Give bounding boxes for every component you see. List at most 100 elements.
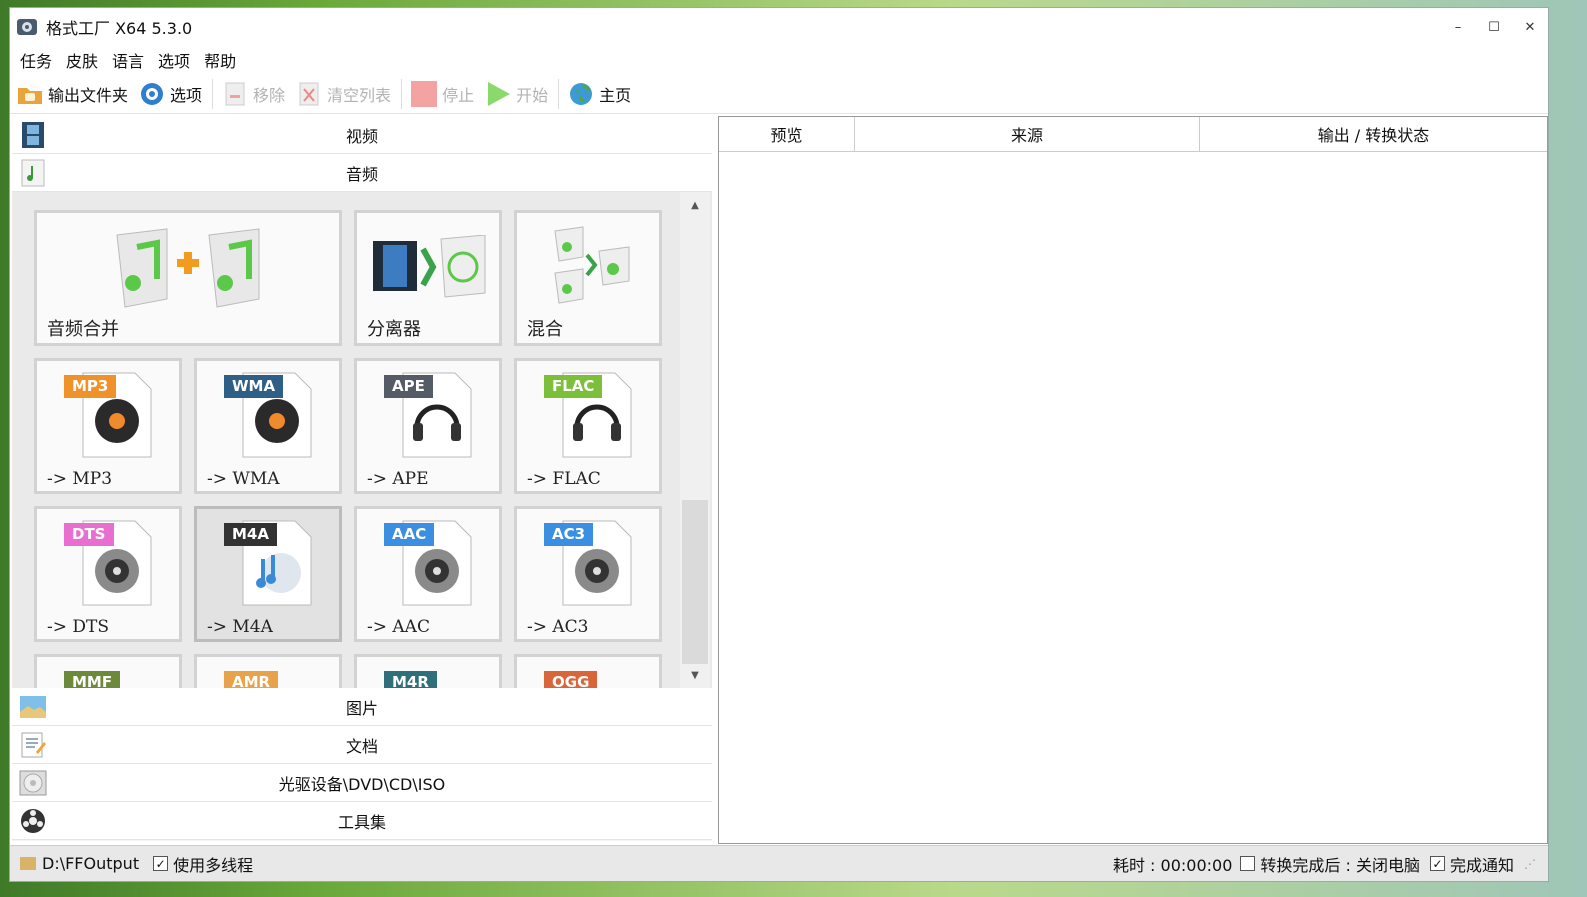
home-button[interactable]: 主页 — [567, 80, 631, 108]
audio-merge-icon — [116, 228, 260, 308]
format-badge: OGG — [544, 671, 598, 688]
format-tile-mmf[interactable]: MMF — [34, 654, 182, 688]
format-tile-wma[interactable]: WMA -> WMA — [194, 358, 342, 494]
tools-reel-icon — [18, 806, 48, 836]
category-tools[interactable]: 工具集 — [12, 802, 712, 840]
format-tile-ogg[interactable]: OGG — [514, 654, 662, 688]
tile-label: -> AAC — [367, 617, 430, 637]
format-tile-ape[interactable]: APE -> APE — [354, 358, 502, 494]
scroll-up-arrow-icon[interactable]: ▲ — [680, 196, 710, 214]
format-tile-m4a[interactable]: M4A -> M4A — [194, 506, 342, 642]
tile-label: -> WMA — [207, 469, 280, 489]
format-badge: FLAC — [544, 375, 603, 398]
format-badge: M4A — [224, 523, 277, 546]
toolbar-divider — [558, 78, 560, 109]
menu-skin[interactable]: 皮肤 — [66, 48, 98, 72]
format-badge: MMF — [64, 671, 121, 688]
format-badge: WMA — [224, 375, 284, 398]
tile-label: -> FLAC — [527, 469, 601, 489]
column-source[interactable]: 来源 — [855, 117, 1200, 151]
notify-label: 完成通知 — [1449, 855, 1514, 875]
tile-label: -> MP3 — [47, 469, 113, 489]
menu-options[interactable]: 选项 — [158, 48, 190, 72]
remove-button[interactable]: 移除 — [221, 80, 285, 108]
picture-icon — [18, 692, 48, 722]
play-icon — [484, 80, 512, 108]
globe-icon — [567, 80, 595, 108]
format-tile-m4r[interactable]: M4R — [354, 654, 502, 688]
options-button[interactable]: 选项 — [138, 80, 202, 108]
vertical-scrollbar[interactable]: ▲ ▼ — [680, 192, 710, 688]
category-document[interactable]: 文档 — [12, 726, 712, 764]
scroll-down-arrow-icon[interactable]: ▼ — [680, 666, 710, 684]
folder-icon — [16, 80, 44, 108]
format-tile-amr[interactable]: AMR — [194, 654, 342, 688]
format-tile-dts[interactable]: DTS -> DTS — [34, 506, 182, 642]
format-tile-flac[interactable]: FLAC -> FLAC — [514, 358, 662, 494]
mix-tile[interactable]: 混合 — [514, 210, 662, 346]
window-title: 格式工厂 X64 5.3.0 — [46, 19, 193, 38]
format-tile-mp3[interactable]: MP3 -> MP3 — [34, 358, 182, 494]
elapsed-time: 耗时 : 00:00:00 — [1112, 855, 1233, 875]
tile-label: -> DTS — [47, 617, 110, 637]
status-bar: D:\FFOutput ✓ 使用多线程 耗时 : 00:00:00 转换完成后 … — [10, 845, 1548, 881]
title-bar: 格式工厂 X64 5.3.0 – ☐ ✕ — [10, 8, 1548, 46]
multithread-label: 使用多线程 — [173, 855, 254, 875]
folder-small-icon — [20, 857, 36, 870]
document-icon — [18, 730, 48, 760]
multithread-checkbox[interactable]: ✓ — [153, 856, 169, 871]
category-audio[interactable]: 音频 — [12, 154, 712, 192]
toolbar: 输出文件夹 选项 移除 清空列表 停止 开始 主页 — [10, 74, 1548, 114]
music-note-icon — [18, 158, 48, 188]
format-badge: DTS — [64, 523, 114, 546]
stop-button[interactable]: 停止 — [410, 80, 474, 108]
menu-task[interactable]: 任务 — [20, 48, 52, 72]
output-path[interactable]: D:\FFOutput — [42, 854, 139, 873]
scroll-thumb[interactable] — [682, 500, 708, 664]
category-disc[interactable]: 光驱设备\DVD\CD\ISO — [12, 764, 712, 802]
task-table-header: 预览 来源 输出 / 转换状态 — [719, 117, 1547, 152]
film-icon — [18, 120, 48, 150]
resize-grip-icon[interactable]: ⋰ — [1524, 857, 1548, 871]
column-preview[interactable]: 预览 — [719, 117, 855, 151]
format-tile-aac[interactable]: AAC -> AAC — [354, 506, 502, 642]
category-video[interactable]: 视频 — [12, 116, 712, 154]
format-tile-ac3[interactable]: AC3 -> AC3 — [514, 506, 662, 642]
clear-list-button[interactable]: 清空列表 — [295, 80, 391, 108]
app-logo-icon — [16, 16, 38, 38]
format-badge: APE — [384, 375, 433, 398]
tile-label: -> M4A — [207, 617, 273, 637]
audio-merge-tile[interactable]: 音频合并 — [34, 210, 342, 346]
close-button[interactable]: ✕ — [1512, 12, 1548, 42]
output-folder-button[interactable]: 输出文件夹 — [16, 80, 128, 108]
after-done-checkbox[interactable] — [1240, 856, 1256, 871]
after-done-label: 转换完成后 : 关闭电脑 — [1260, 855, 1420, 875]
format-badge: AMR — [224, 671, 279, 688]
menu-bar: 任务 皮肤 语言 选项 帮助 — [10, 46, 1548, 74]
tile-label: 分离器 — [367, 319, 421, 340]
format-badge: M4R — [384, 671, 437, 688]
tile-label: -> AC3 — [527, 617, 589, 637]
category-panel: 视频 音频 音频合并 分离器 混合 MP3 -> MP3 WMA -> WMA … — [12, 116, 712, 841]
start-button[interactable]: 开始 — [484, 80, 548, 108]
menu-language[interactable]: 语言 — [112, 48, 144, 72]
column-status[interactable]: 输出 / 转换状态 — [1200, 117, 1547, 151]
splitter-tile[interactable]: 分离器 — [354, 210, 502, 346]
stop-icon — [410, 80, 438, 108]
tile-label: 音频合并 — [47, 319, 119, 340]
format-badge: AAC — [384, 523, 435, 546]
disc-drive-icon — [18, 768, 48, 798]
menu-help[interactable]: 帮助 — [204, 48, 236, 72]
maximize-button[interactable]: ☐ — [1476, 12, 1512, 42]
notify-checkbox[interactable]: ✓ — [1429, 856, 1445, 871]
tile-label: 混合 — [527, 319, 563, 340]
category-picture[interactable]: 图片 — [12, 688, 712, 726]
mix-icon — [554, 226, 630, 304]
audio-tools-grid: 音频合并 分离器 混合 MP3 -> MP3 WMA -> WMA APE ->… — [12, 192, 712, 688]
splitter-icon — [373, 235, 486, 298]
gear-icon — [138, 80, 166, 108]
app-window: 格式工厂 X64 5.3.0 – ☐ ✕ 任务 皮肤 语言 选项 帮助 输出文件… — [9, 7, 1549, 882]
remove-doc-icon — [221, 80, 249, 108]
toolbar-divider — [401, 78, 403, 109]
minimize-button[interactable]: – — [1440, 12, 1476, 42]
